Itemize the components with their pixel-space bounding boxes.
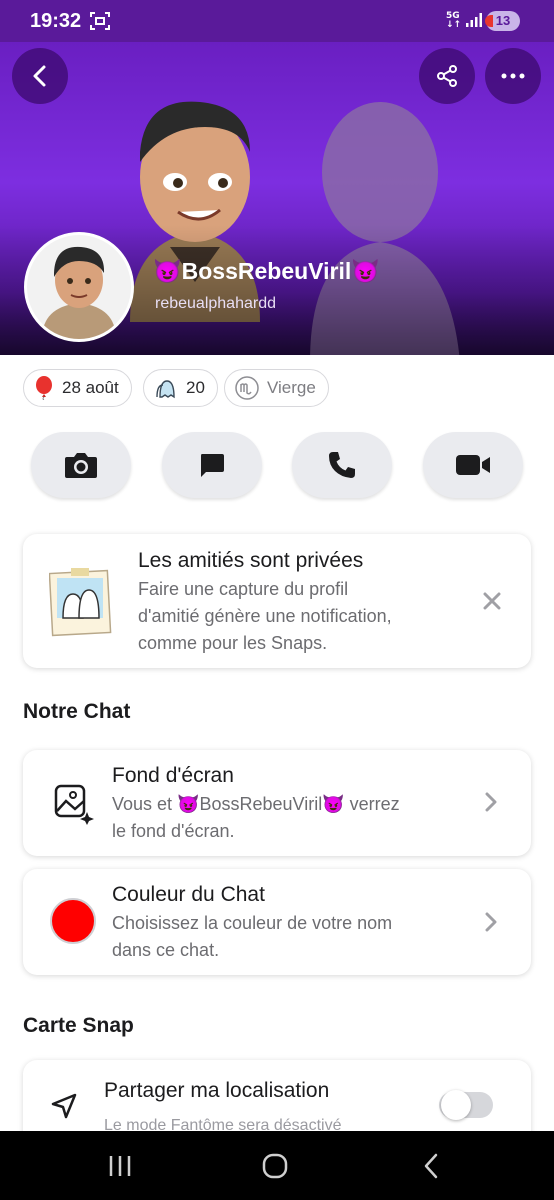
wallpaper-description: Vous et 😈BossRebeuViril😈 verrez le fond … bbox=[112, 794, 400, 841]
virgo-icon bbox=[235, 376, 259, 400]
recents-icon bbox=[109, 1156, 131, 1176]
chat-color-description: Choisissez la couleur de votre nom dans … bbox=[112, 913, 393, 960]
birthday-chip[interactable]: 28 août bbox=[23, 369, 132, 407]
section-title-map: Carte Snap bbox=[23, 1014, 134, 1037]
system-navigation-bar bbox=[0, 1131, 554, 1200]
camera-icon bbox=[65, 453, 97, 478]
status-time: 19:32 bbox=[30, 10, 82, 32]
camera-button[interactable] bbox=[31, 432, 131, 498]
photo-ghosts-icon bbox=[48, 566, 113, 642]
snapscore-chip[interactable]: 20 bbox=[143, 369, 218, 407]
signal-icon bbox=[466, 12, 482, 31]
chat-color-card[interactable]: Couleur du Chat Choisissez la couleur de… bbox=[23, 869, 531, 975]
back-button[interactable] bbox=[12, 48, 68, 104]
friendship-card-description: Faire une capture du profil d'amitié gén… bbox=[138, 579, 392, 653]
chevron-left-icon bbox=[33, 65, 46, 87]
share-location-toggle[interactable] bbox=[439, 1090, 493, 1120]
balloon-icon bbox=[34, 376, 54, 400]
avatar[interactable] bbox=[24, 232, 134, 342]
zodiac-chip[interactable]: Vierge bbox=[224, 369, 329, 407]
chat-button[interactable] bbox=[162, 432, 262, 498]
back-arrow-icon bbox=[424, 1153, 438, 1179]
network-indicator: 5G ↓↑ bbox=[446, 11, 462, 30]
display-name: 😈BossRebeuViril😈 bbox=[153, 258, 380, 284]
friendship-privacy-card: Les amitiés sont privées Faire une captu… bbox=[23, 534, 531, 668]
call-button[interactable] bbox=[292, 432, 392, 498]
share-icon bbox=[437, 65, 457, 87]
chevron-right-icon bbox=[485, 912, 497, 936]
system-back-button[interactable] bbox=[411, 1151, 451, 1181]
more-dots-icon bbox=[501, 73, 525, 79]
battery-indicator: 13 bbox=[485, 11, 520, 31]
video-icon bbox=[456, 455, 490, 475]
phone-icon bbox=[329, 452, 355, 478]
close-icon[interactable] bbox=[483, 592, 501, 614]
wallpaper-title: Fond d'écran bbox=[112, 764, 234, 787]
ghosts-icon bbox=[154, 377, 178, 399]
wallpaper-icon bbox=[53, 783, 95, 829]
share-location-title: Partager ma localisation bbox=[104, 1079, 330, 1102]
section-title-chat: Notre Chat bbox=[23, 700, 131, 723]
status-bar: 19:32 5G ↓↑ 13 bbox=[0, 0, 554, 42]
recent-apps-button[interactable] bbox=[100, 1151, 140, 1181]
more-options-button[interactable] bbox=[485, 48, 541, 104]
chat-icon bbox=[201, 454, 224, 477]
wallpaper-card[interactable]: Fond d'écran Vous et 😈BossRebeuViril😈 ve… bbox=[23, 750, 531, 856]
chat-color-swatch bbox=[50, 898, 96, 944]
home-icon bbox=[262, 1153, 288, 1179]
username: rebeualphahardd bbox=[155, 295, 276, 312]
share-button[interactable] bbox=[419, 48, 475, 104]
chat-color-title: Couleur du Chat bbox=[112, 883, 265, 906]
chevron-right-icon bbox=[485, 792, 497, 816]
home-button[interactable] bbox=[255, 1151, 295, 1181]
screenshot-icon bbox=[90, 12, 110, 34]
video-call-button[interactable] bbox=[423, 432, 523, 498]
location-arrow-icon bbox=[50, 1092, 78, 1124]
friendship-card-title: Les amitiés sont privées bbox=[138, 549, 364, 572]
